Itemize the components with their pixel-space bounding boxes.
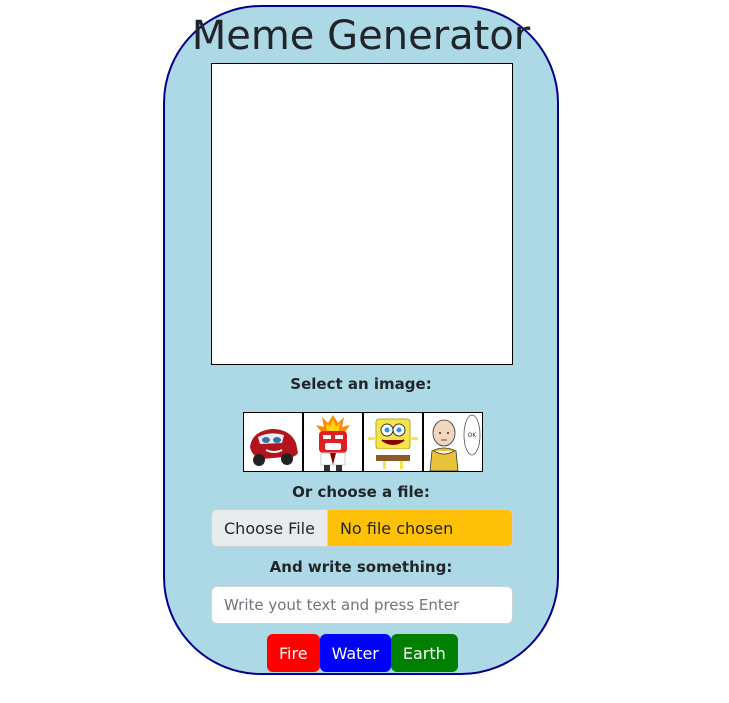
- thumbnail-bald-hero[interactable]: OK: [423, 412, 483, 472]
- earth-button[interactable]: Earth: [390, 634, 458, 672]
- meme-canvas[interactable]: [211, 63, 513, 365]
- speech-bubble-text: OK: [468, 432, 478, 439]
- thumbnail-anger[interactable]: [303, 412, 363, 472]
- file-input[interactable]: Choose File No file chosen: [211, 509, 513, 547]
- file-status-text: No file chosen: [339, 518, 454, 538]
- image-thumbnails: OK: [243, 412, 483, 472]
- fire-button[interactable]: Fire: [267, 634, 320, 672]
- write-something-label: And write something:: [269, 558, 453, 576]
- bald-hero-cartoon-image: OK: [424, 413, 482, 471]
- thumbnail-sponge[interactable]: [363, 412, 423, 472]
- water-button[interactable]: Water: [319, 634, 391, 672]
- page-title: Meme Generator: [191, 13, 531, 59]
- sponge-cartoon-image: [364, 413, 422, 471]
- thumbnail-car[interactable]: [243, 412, 303, 472]
- effect-buttons: Fire Water Earth: [267, 634, 458, 672]
- car-cartoon-image: [244, 413, 302, 471]
- anger-cartoon-image: [304, 413, 362, 471]
- meme-text-input[interactable]: [211, 586, 513, 624]
- choose-file-label: Or choose a file:: [292, 483, 430, 501]
- choose-file-button[interactable]: Choose File: [212, 510, 328, 546]
- select-image-label: Select an image:: [290, 375, 432, 393]
- meme-generator-panel: Meme Generator Select an image: OK Or ch…: [163, 5, 559, 675]
